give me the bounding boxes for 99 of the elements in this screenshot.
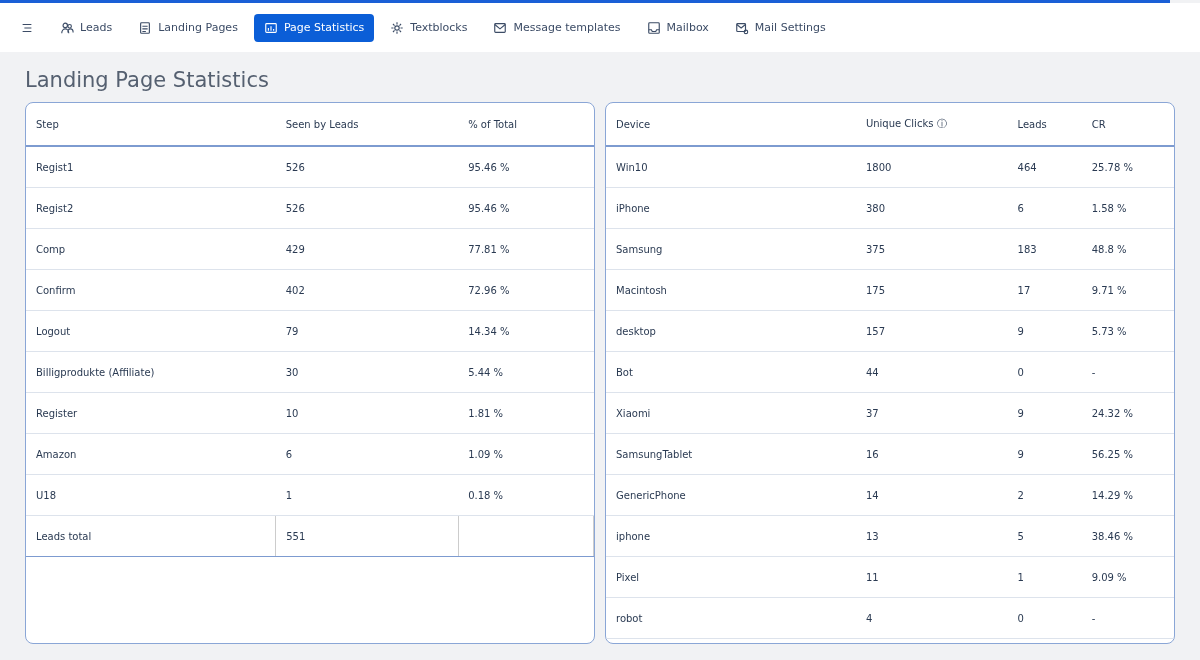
nav-tab[interactable]: Mailbox (636, 13, 719, 42)
table-cell: 72.96 % (458, 269, 594, 311)
table-cell: 25.78 % (1081, 146, 1174, 188)
table-cell: 6 (275, 433, 459, 475)
table-cell: U18 (26, 474, 276, 516)
nav-tab[interactable]: Page Statistics (253, 13, 375, 42)
table-cell: Pixel (606, 556, 856, 598)
table-cell: 0.18 % (458, 474, 594, 516)
table-cell: 38.46 % (1081, 515, 1174, 557)
column-header: Step (26, 103, 276, 146)
column-header: Unique Clicks ⓘ (855, 103, 1008, 146)
table-cell: 30 (275, 351, 459, 393)
table-cell: 5.73 % (1081, 310, 1174, 352)
table-cell: 37 (855, 392, 1008, 434)
nav-tab[interactable]: Mail Settings (724, 13, 836, 42)
table-cell: 175 (855, 269, 1008, 311)
total-cell: Leads total (26, 515, 276, 557)
table-cell: Regist2 (26, 187, 276, 229)
table-cell: 24.32 % (1081, 392, 1174, 434)
table-cell: 0 (1007, 597, 1082, 639)
table-cell: iphone (606, 515, 856, 557)
envelope-icon (493, 20, 508, 35)
table-cell: 9 (1007, 433, 1082, 475)
table-cell: 56.25 % (1081, 433, 1174, 475)
column-header: Seen by Leads (275, 103, 459, 146)
table-cell: 79 (275, 310, 459, 352)
table-cell: Samsung (606, 228, 856, 270)
table-cell: iPhone (606, 187, 856, 229)
column-header: Device (606, 103, 856, 146)
envelope-gear-icon (734, 20, 749, 35)
table-cell: desktop (606, 310, 856, 352)
table-cell: 14 (855, 474, 1008, 516)
table-cell: GenericPhone (606, 474, 856, 516)
table-cell: 95.46 % (458, 146, 594, 188)
table-cell: Bot (606, 351, 856, 393)
table-cell: 1 (1007, 556, 1082, 598)
table-cell: 11 (855, 556, 1008, 598)
table-cell: Xiaomi (606, 392, 856, 434)
nav-tab[interactable]: Message templates (483, 13, 631, 42)
table-cell: 44 (855, 351, 1008, 393)
total-cell: 551 (275, 515, 459, 557)
table-cell: Register (26, 392, 276, 434)
table-cell: 464 (1007, 146, 1082, 188)
table-cell: 5.44 % (458, 351, 594, 393)
table-cell: 9 (1007, 392, 1082, 434)
table-cell: 429 (275, 228, 459, 270)
table-cell: - (1081, 351, 1174, 393)
table-cell: Amazon (26, 433, 276, 475)
table-cell: 9.09 % (1081, 556, 1174, 598)
table-cell: 1.09 % (458, 433, 594, 475)
table-cell: 10 (275, 392, 459, 434)
table-cell: 1.81 % (458, 392, 594, 434)
people-icon (60, 20, 74, 35)
table-cell: 526 (275, 146, 459, 188)
table-cell: 17 (1007, 269, 1082, 311)
table-cell: 0 (1007, 351, 1082, 393)
table-cell: 14.29 % (1081, 474, 1174, 516)
table-cell: 402 (275, 269, 459, 311)
page-title: Landing Page Statistics (25, 68, 270, 92)
table-cell: 1.58 % (1081, 187, 1174, 229)
table-cell: Billigprodukte (Affiliate) (26, 351, 276, 393)
nav-tab[interactable]: Leads (50, 13, 123, 42)
table-cell: 48.8 % (1081, 228, 1174, 270)
table-cell: SamsungTablet (606, 433, 856, 475)
table-cell: 1 (275, 474, 459, 516)
column-header: % of Total (458, 103, 594, 146)
table-cell: 1800 (855, 146, 1008, 188)
table-cell: robot (606, 597, 856, 639)
table-cell: 9 (1007, 310, 1082, 352)
document-icon (138, 20, 153, 35)
chart-icon (263, 20, 278, 35)
table-cell: - (1081, 597, 1174, 639)
gear-icon (390, 20, 405, 35)
table-cell: 9.71 % (1081, 269, 1174, 311)
table-cell: 6 (1007, 187, 1082, 229)
table-cell: 95.46 % (458, 187, 594, 229)
table-cell: 183 (1007, 228, 1082, 270)
table-cell: 14.34 % (458, 310, 594, 352)
table-cell: 5 (1007, 515, 1082, 557)
nav-tab[interactable]: Textblocks (380, 13, 478, 42)
column-header: Leads (1007, 103, 1082, 146)
table-cell: 4 (855, 597, 1008, 639)
table-cell: 380 (855, 187, 1008, 229)
column-header: CR (1081, 103, 1174, 146)
table-cell: 77.81 % (458, 228, 594, 270)
table-cell: Regist1 (26, 146, 276, 188)
table-cell: 16 (855, 433, 1008, 475)
table-cell: Macintosh (606, 269, 856, 311)
table-cell: 526 (275, 187, 459, 229)
table-cell: Win10 (606, 146, 856, 188)
table-cell: Comp (26, 228, 276, 270)
table-cell: 13 (855, 515, 1008, 557)
table-cell: 2 (1007, 474, 1082, 516)
inbox-icon (646, 20, 661, 35)
table-cell: 157 (855, 310, 1008, 352)
nav-tab[interactable]: Landing Pages (128, 13, 248, 42)
table-cell: Confirm (26, 269, 276, 311)
table-cell: Logout (26, 310, 276, 352)
table-cell: 375 (855, 228, 1008, 270)
